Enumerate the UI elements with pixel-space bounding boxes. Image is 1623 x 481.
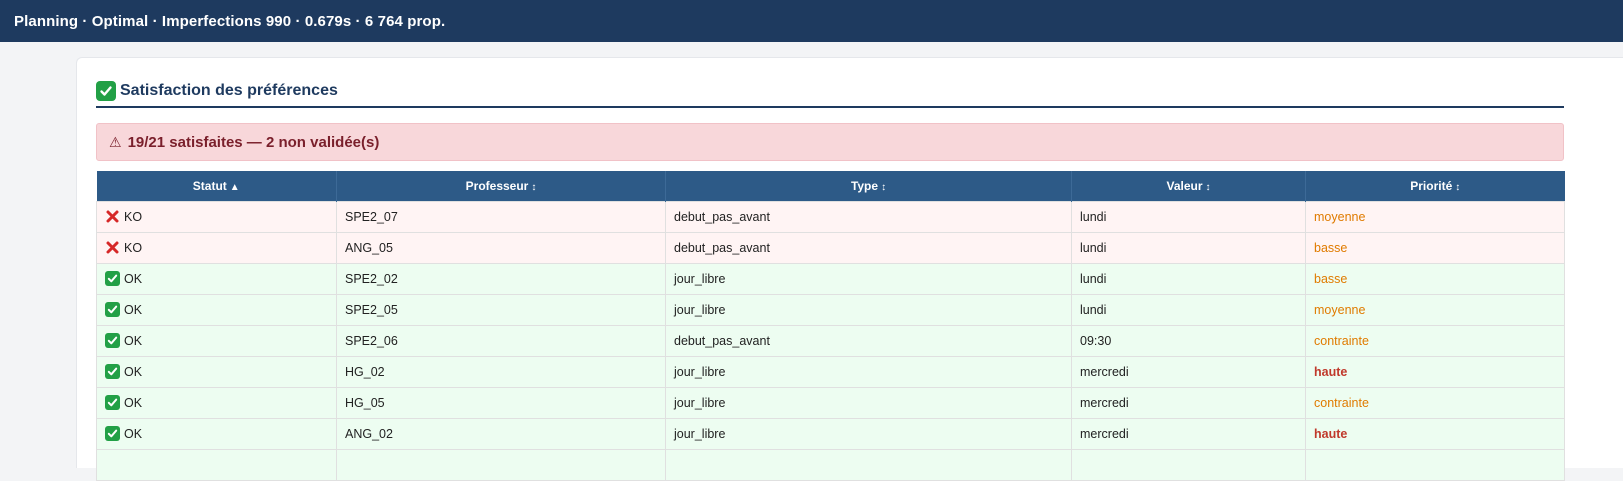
- status-label: KO: [124, 209, 143, 224]
- table-row: [96, 448, 1565, 481]
- type-cell: jour_libre: [665, 417, 1072, 450]
- status-label: KO: [124, 240, 143, 255]
- status-cell: OK: [96, 324, 337, 357]
- status-cell: OK: [96, 293, 337, 326]
- priorite-cell: basse: [1305, 231, 1565, 264]
- priorite-cell: moyenne: [1305, 200, 1565, 233]
- status-label: OK: [124, 271, 143, 286]
- top-bar: Planning · Optimal · Imperfections 990 ·…: [0, 0, 1623, 42]
- check-mark-icon: [105, 333, 120, 348]
- status-cell: OK: [96, 417, 337, 450]
- valeur-cell: mercredi: [1071, 355, 1306, 388]
- type-cell: debut_pas_avant: [665, 231, 1072, 264]
- status-label: OK: [124, 364, 143, 379]
- column-header-priorite[interactable]: Priorité ↕: [1305, 171, 1565, 201]
- section-title: Satisfaction des préférences: [120, 81, 338, 99]
- priorite-cell: contrainte: [1305, 386, 1565, 419]
- check-mark-icon: [105, 302, 120, 317]
- valeur-cell: lundi: [1071, 262, 1306, 295]
- valeur-cell: mercredi: [1071, 386, 1306, 419]
- valeur-cell: lundi: [1071, 231, 1306, 264]
- priorite-cell: [1305, 448, 1565, 481]
- warning-icon: ⚠: [109, 133, 122, 150]
- sort-icon: ↕: [881, 181, 887, 193]
- priorite-cell: contrainte: [1305, 324, 1565, 357]
- alert-text: 19/21 satisfaites — 2 non validée(s): [127, 133, 380, 151]
- table-row: OK SPE2_05 jour_libre lundi moyenne: [96, 293, 1565, 326]
- check-mark-icon: [105, 271, 120, 286]
- section-header: Satisfaction des préférences: [96, 78, 1564, 108]
- professeur-cell: ANG_02: [336, 417, 666, 450]
- preferences-table-wrapper: Statut ▲ Professeur ↕ Type ↕ Valeur ↕ Priori…: [96, 171, 1565, 481]
- check-mark-icon: [105, 364, 120, 379]
- priorite-cell: moyenne: [1305, 293, 1565, 326]
- status-label: OK: [124, 395, 143, 410]
- check-mark-icon: [105, 395, 120, 410]
- summary-alert: ⚠ 19/21 satisfaites — 2 non validée(s): [96, 123, 1564, 161]
- table-row: KO SPE2_07 debut_pas_avant lundi moyenne: [96, 200, 1565, 233]
- table-row: OK ANG_02 jour_libre mercredi haute: [96, 417, 1565, 450]
- professeur-cell: SPE2_02: [336, 262, 666, 295]
- professeur-cell: SPE2_06: [336, 324, 666, 357]
- type-cell: jour_libre: [665, 355, 1072, 388]
- table-header-row: Statut ▲ Professeur ↕ Type ↕ Valeur ↕ Priori…: [96, 171, 1565, 201]
- professeur-cell: [336, 448, 666, 481]
- table-row: OK HG_05 jour_libre mercredi contrainte: [96, 386, 1565, 419]
- cross-mark-icon: [106, 210, 119, 223]
- status-cell: [96, 448, 337, 481]
- table-row: KO ANG_05 debut_pas_avant lundi basse: [96, 231, 1565, 264]
- table-row: OK SPE2_02 jour_libre lundi basse: [96, 262, 1565, 295]
- valeur-cell: lundi: [1071, 293, 1306, 326]
- valeur-cell: mercredi: [1071, 417, 1306, 450]
- sort-icon: ↕: [531, 181, 537, 193]
- priorite-cell: haute: [1305, 417, 1565, 450]
- table-row: OK SPE2_06 debut_pas_avant 09:30 contrainte: [96, 324, 1565, 357]
- valeur-cell: [1071, 448, 1306, 481]
- professeur-cell: HG_02: [336, 355, 666, 388]
- status-label: OK: [124, 333, 143, 348]
- check-mark-icon: [105, 426, 120, 441]
- status-label: OK: [124, 426, 143, 441]
- professeur-cell: HG_05: [336, 386, 666, 419]
- professeur-cell: SPE2_05: [336, 293, 666, 326]
- column-header-type[interactable]: Type ↕: [665, 171, 1072, 201]
- professeur-cell: SPE2_07: [336, 200, 666, 233]
- check-mark-icon: [96, 80, 116, 101]
- planning-summary: Planning · Optimal · Imperfections 990 ·…: [14, 12, 446, 30]
- sort-icon: ↕: [1205, 181, 1211, 193]
- status-cell: OK: [96, 262, 337, 295]
- sort-asc-icon: ▲: [229, 181, 240, 193]
- priorite-cell: basse: [1305, 262, 1565, 295]
- column-header-professeur[interactable]: Professeur ↕: [336, 171, 666, 201]
- status-label: OK: [124, 302, 143, 317]
- type-cell: jour_libre: [665, 293, 1072, 326]
- sort-icon: ↕: [1455, 181, 1461, 193]
- type-cell: [665, 448, 1072, 481]
- table-body: KO SPE2_07 debut_pas_avant lundi moyenne KO AN…: [96, 200, 1565, 481]
- table-row: OK HG_02 jour_libre mercredi haute: [96, 355, 1565, 388]
- status-cell: OK: [96, 386, 337, 419]
- valeur-cell: 09:30: [1071, 324, 1306, 357]
- type-cell: jour_libre: [665, 262, 1072, 295]
- preferences-card: Satisfaction des préférences ⚠ 19/21 sat…: [76, 57, 1623, 481]
- column-header-statut[interactable]: Statut ▲: [96, 171, 337, 201]
- type-cell: jour_libre: [665, 386, 1072, 419]
- valeur-cell: lundi: [1071, 200, 1306, 233]
- status-cell: KO: [96, 200, 337, 233]
- professeur-cell: ANG_05: [336, 231, 666, 264]
- cross-mark-icon: [106, 241, 119, 254]
- status-cell: KO: [96, 231, 337, 264]
- priorite-cell: haute: [1305, 355, 1565, 388]
- column-header-valeur[interactable]: Valeur ↕: [1071, 171, 1306, 201]
- type-cell: debut_pas_avant: [665, 200, 1072, 233]
- status-cell: OK: [96, 355, 337, 388]
- type-cell: debut_pas_avant: [665, 324, 1072, 357]
- preferences-table: Statut ▲ Professeur ↕ Type ↕ Valeur ↕ Priori…: [96, 171, 1565, 481]
